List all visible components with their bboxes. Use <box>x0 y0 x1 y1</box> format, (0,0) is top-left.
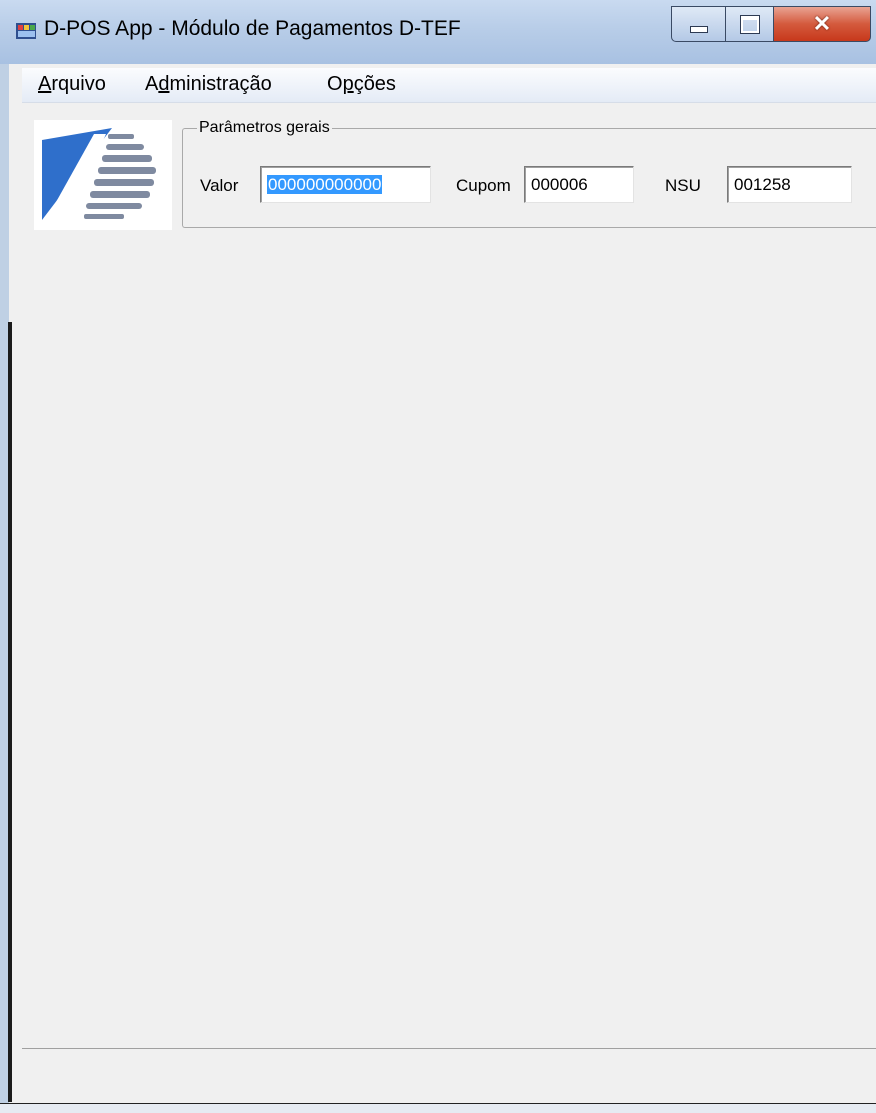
menu-arquivo-rest: rquivo <box>51 73 106 95</box>
menu-opcoes-accesskey: p <box>342 73 354 95</box>
status-bar <box>22 1048 876 1104</box>
maximize-icon <box>740 14 760 34</box>
maximize-button[interactable] <box>725 6 775 42</box>
close-button[interactable]: ✕ <box>773 6 871 42</box>
menu-administracao[interactable]: Administração <box>145 73 272 96</box>
nsu-value: 001258 <box>734 175 791 194</box>
app-window: D-POS App - Módulo de Pagamentos D-TEF ✕… <box>0 0 876 1113</box>
valor-label: Valor <box>200 176 239 195</box>
title-bar[interactable]: D-POS App - Módulo de Pagamentos D-TEF ✕ <box>0 0 876 64</box>
nsu-input[interactable]: 001258 <box>727 166 852 203</box>
window-bottom-border <box>0 1103 876 1113</box>
window-title: D-POS App - Módulo de Pagamentos D-TEF <box>44 17 461 40</box>
minimize-button[interactable] <box>671 6 727 42</box>
window-controls: ✕ <box>671 6 871 42</box>
menu-opcoes-prefix: O <box>327 73 343 95</box>
cupom-value: 000006 <box>531 175 588 194</box>
menu-arquivo-accesskey: A <box>38 73 52 95</box>
company-logo <box>34 120 172 230</box>
menu-opcoes[interactable]: Opções <box>327 73 396 96</box>
menu-opcoes-rest: ções <box>353 73 396 95</box>
close-icon: ✕ <box>812 11 832 36</box>
cupom-input[interactable]: 000006 <box>524 166 634 203</box>
valor-value: 000000000000 <box>267 175 383 194</box>
app-icon[interactable] <box>15 20 37 42</box>
cupom-label: Cupom <box>456 176 511 195</box>
menu-administracao-accesskey: d <box>158 73 170 95</box>
window-left-shadow <box>8 322 12 1102</box>
menu-administracao-rest: ministração <box>169 73 272 95</box>
menu-bar: Arquivo Administração Opções <box>22 68 876 103</box>
menu-administracao-prefix: A <box>145 73 159 95</box>
menu-arquivo[interactable]: Arquivo <box>38 73 106 96</box>
nsu-label: NSU <box>665 176 701 195</box>
general-parameters-title: Parâmetros gerais <box>197 119 332 137</box>
minimize-icon <box>690 25 708 33</box>
valor-input[interactable]: 000000000000 <box>260 166 431 203</box>
